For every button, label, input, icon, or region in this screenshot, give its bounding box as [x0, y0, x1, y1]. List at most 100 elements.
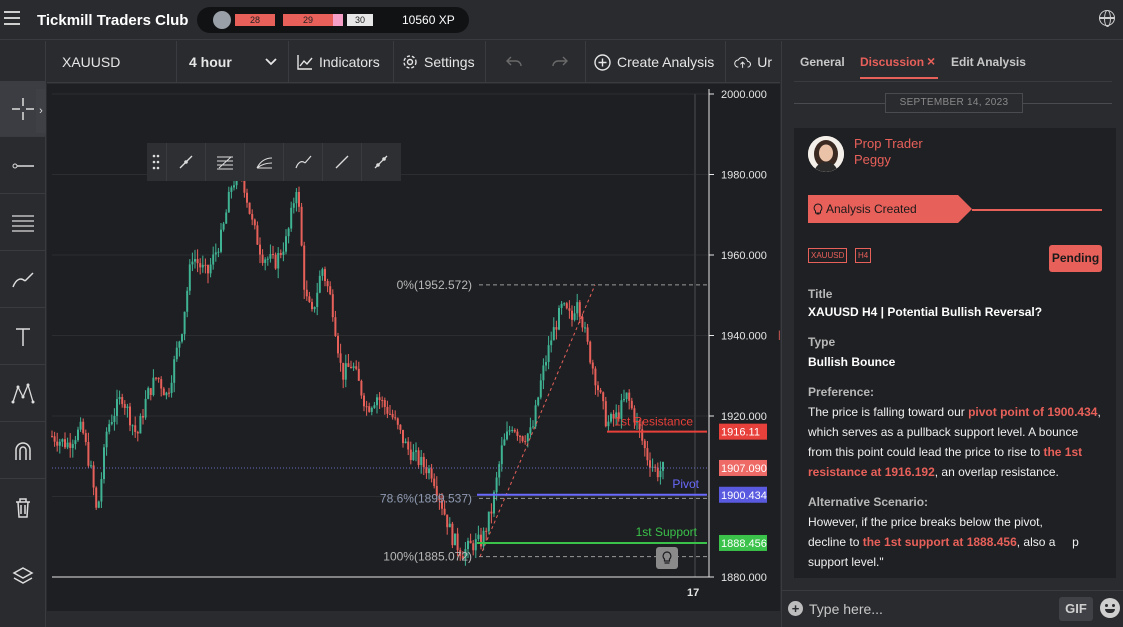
candle-body — [454, 533, 456, 546]
tab-discussion[interactable]: Discussion — [860, 55, 924, 69]
candle-body — [217, 251, 220, 253]
pattern-tool[interactable] — [0, 366, 46, 422]
menu-icon[interactable] — [4, 11, 20, 27]
candle-body — [597, 385, 599, 391]
timeframe-select[interactable]: 4 hour — [177, 41, 289, 83]
tab-edit-analysis[interactable]: Edit Analysis — [951, 55, 1026, 69]
close-tab-icon[interactable]: × — [927, 53, 935, 69]
symbol-selector[interactable]: XAUUSD — [47, 41, 177, 83]
indicators-button[interactable]: Indicators — [289, 41, 394, 83]
gif-button[interactable]: GIF — [1059, 597, 1093, 621]
magnet-tool[interactable] — [0, 423, 46, 479]
candle-body — [147, 388, 150, 399]
brush-draw-tool[interactable] — [284, 143, 323, 181]
y-tick-label: 1960.000 — [721, 250, 767, 262]
candle-body — [584, 327, 586, 329]
candle-body — [142, 416, 144, 418]
candle-body — [409, 449, 412, 461]
candle-body — [162, 388, 165, 396]
candle-body — [178, 341, 181, 348]
candle-body — [539, 380, 542, 398]
candle-body — [201, 264, 204, 268]
fib-786-label: 78.6%(1899.537) — [380, 491, 472, 505]
candle-body — [420, 456, 423, 466]
analysis-message-card: Prop Trader Peggy Analysis Created XAUUS… — [794, 128, 1116, 578]
candle-body — [506, 431, 508, 440]
ray-tool[interactable] — [323, 143, 362, 181]
layers-tool[interactable] — [0, 549, 46, 605]
candle-body — [295, 191, 298, 204]
candle-body — [448, 523, 451, 528]
candle-body — [51, 436, 53, 438]
redo-icon[interactable] — [552, 56, 568, 68]
preference-label: Preference: — [808, 385, 875, 399]
delete-tool[interactable] — [0, 480, 46, 536]
candle-body — [165, 392, 168, 396]
candle-body — [550, 340, 553, 346]
drag-handle-icon[interactable] — [147, 143, 167, 181]
channel-tool[interactable] — [0, 195, 46, 251]
preference-text: The price is falling toward our pivot po… — [808, 405, 1101, 479]
trendline-tool[interactable] — [167, 143, 206, 181]
add-attachment-icon[interactable]: + — [788, 601, 803, 616]
candle-body — [136, 431, 139, 434]
settings-button[interactable]: Settings — [394, 41, 486, 83]
upload-button[interactable]: Ur — [726, 41, 780, 83]
xp-progress[interactable]: 28 29 30 10560 XP — [197, 7, 469, 33]
candle-body — [630, 400, 633, 409]
magnet-icon — [15, 441, 31, 460]
candle-body — [591, 362, 594, 369]
message-composer: + GIF — [782, 590, 1123, 627]
candle-body — [344, 363, 347, 380]
fib-0-label: 0%(1952.572) — [397, 278, 472, 292]
candle-body — [508, 430, 511, 432]
candle-body — [422, 456, 425, 468]
author-name[interactable]: Peggy — [854, 152, 891, 167]
candle-body — [69, 442, 72, 448]
candle-body — [97, 501, 100, 508]
candle-body — [404, 441, 407, 444]
create-analysis-button[interactable]: Create Analysis — [586, 41, 726, 83]
globe-icon[interactable] — [1099, 10, 1115, 27]
candle-body — [342, 362, 345, 380]
candle-body — [74, 440, 77, 445]
candle-body — [391, 413, 394, 418]
undo-redo-group — [486, 41, 586, 83]
fan-tool[interactable] — [245, 143, 284, 181]
brush-tool[interactable] — [0, 252, 46, 308]
candle-body — [248, 202, 251, 214]
candle-body — [251, 213, 254, 220]
status-badge[interactable]: Pending — [1049, 245, 1102, 272]
tabs-divider — [794, 81, 1112, 82]
message-input[interactable] — [809, 599, 1039, 619]
fib-tool[interactable] — [206, 143, 245, 181]
extended-line-tool[interactable] — [362, 143, 401, 181]
upload-label: Ur — [757, 54, 772, 70]
rail-expand-button[interactable]: › — [36, 89, 46, 133]
candle-body — [274, 254, 277, 269]
candle-body — [532, 426, 534, 428]
candle-body — [261, 254, 264, 263]
candle-body — [220, 229, 222, 252]
author-role[interactable]: Prop Trader — [854, 136, 923, 151]
brand-title[interactable]: Tickmill Traders Club — [37, 12, 188, 29]
candle-body — [604, 401, 607, 427]
tab-general[interactable]: General — [800, 55, 845, 69]
candle-body — [602, 392, 605, 402]
candle-body — [446, 514, 449, 528]
avatar[interactable] — [808, 136, 844, 172]
text-tool[interactable] — [0, 309, 46, 365]
candle-body — [199, 263, 202, 268]
title-label: Title — [808, 287, 833, 301]
text-icon — [16, 327, 30, 346]
candle-body — [90, 465, 92, 467]
emoji-icon[interactable] — [1100, 598, 1120, 618]
undo-icon[interactable] — [506, 56, 522, 68]
title-value: XAUUSD H4 | Potential Bullish Reversal? — [808, 305, 1043, 319]
line-tool[interactable] — [0, 138, 46, 194]
date-separator-left — [794, 103, 885, 104]
candle-body — [113, 415, 116, 423]
candle-body — [503, 439, 506, 446]
chevron-down-icon — [265, 58, 277, 66]
candle-body — [352, 366, 355, 368]
